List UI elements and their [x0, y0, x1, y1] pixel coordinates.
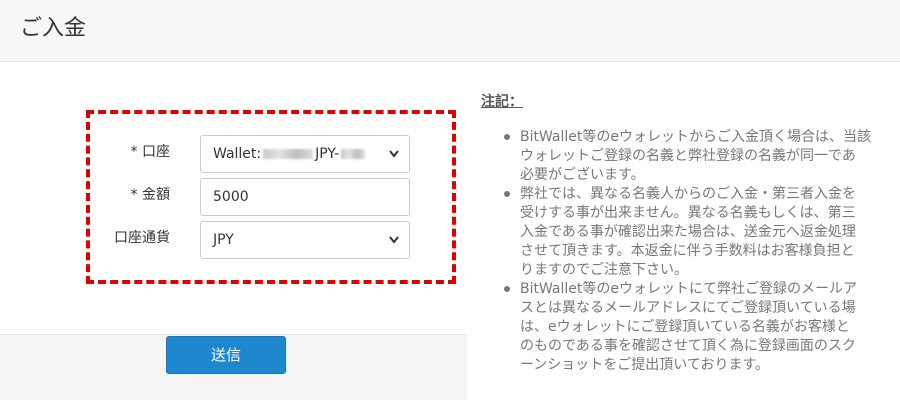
amount-label: * 金額 — [130, 187, 170, 203]
account-value-currency: JPY- — [315, 146, 340, 162]
page-title: ご入金 — [20, 16, 87, 41]
list-item: BitWallet等のeウォレットからご入金頂く場合は、当該 ウォレットご登録の… — [500, 128, 900, 185]
redacted-account-suffix — [341, 149, 366, 159]
account-label: * 口座 — [130, 144, 170, 160]
amount-input-value: 5000 — [213, 189, 249, 205]
page-header: ご入金 — [0, 0, 900, 62]
amount-input[interactable]: 5000 — [200, 178, 410, 216]
chevron-down-icon — [389, 236, 399, 244]
currency-select-value: JPY — [213, 232, 234, 248]
list-item: BitWallet等のeウォレットにて弊社ご登録のメールア スとは異なるメールア… — [500, 280, 900, 375]
redacted-account-id — [263, 149, 314, 159]
currency-select[interactable]: JPY — [200, 221, 410, 259]
account-select-value: Wallet: JPY- — [213, 136, 367, 172]
chevron-down-icon — [389, 150, 399, 158]
account-select[interactable]: Wallet: JPY- — [200, 135, 410, 173]
notes-title: 注記： — [481, 94, 523, 110]
notes-list: BitWallet等のeウォレットからご入金頂く場合は、当該 ウォレットご登録の… — [500, 128, 900, 375]
submit-button[interactable]: 送信 — [166, 336, 286, 374]
currency-label: 口座通貨 — [114, 230, 170, 246]
account-value-prefix: Wallet: — [213, 146, 262, 162]
list-item: 弊社では、異なる名義人からのご入金・第三者入金を 受けする事が出来ません。異なる… — [500, 185, 900, 280]
